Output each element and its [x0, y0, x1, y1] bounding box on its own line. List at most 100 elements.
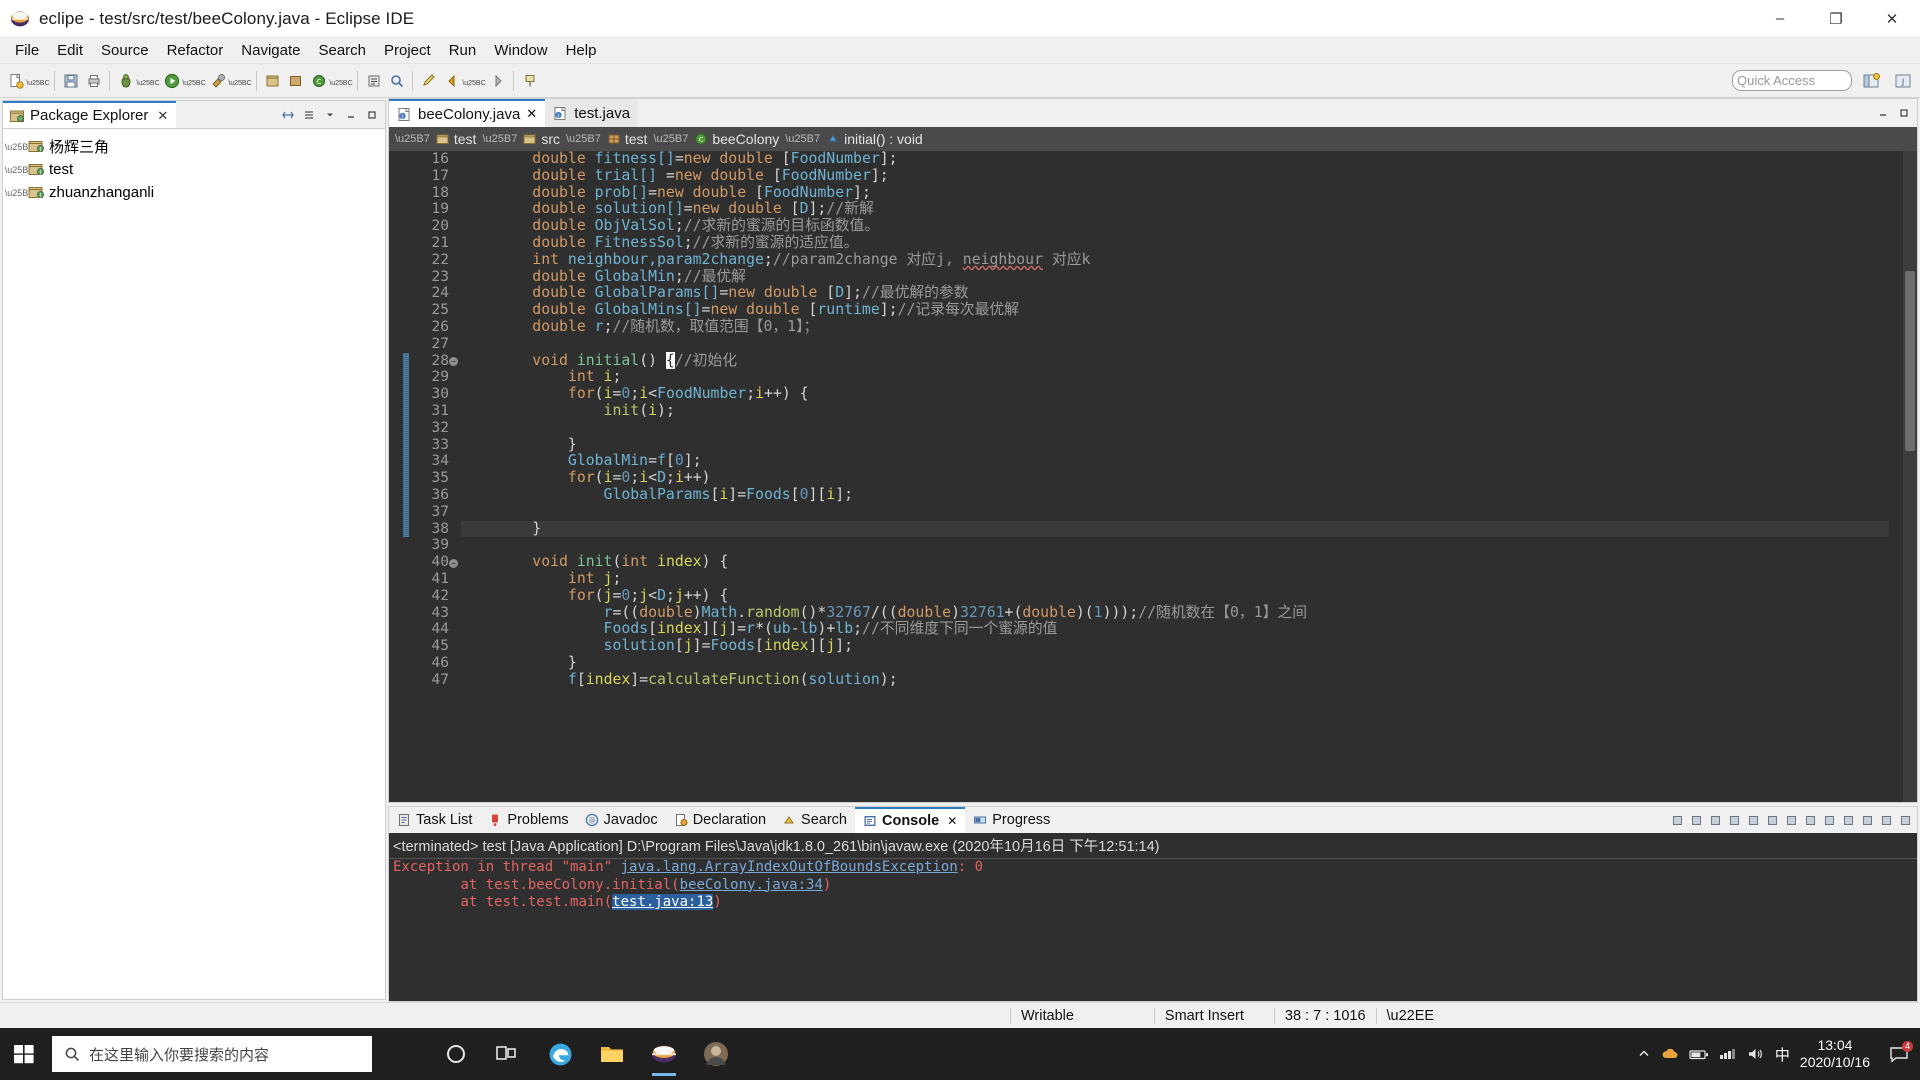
- code-line[interactable]: r=((double)Math.random()*32767/((double)…: [461, 604, 1889, 622]
- code-line[interactable]: }: [461, 654, 1889, 672]
- java-perspective-button[interactable]: J: [1890, 68, 1916, 94]
- new-button[interactable]: [4, 68, 27, 94]
- editor-minimize-icon[interactable]: [1874, 104, 1892, 122]
- fold-annotation-bar[interactable]: [401, 151, 411, 802]
- menu-edit[interactable]: Edit: [48, 39, 92, 62]
- minimize-button[interactable]: –: [1752, 0, 1808, 38]
- code-line[interactable]: init(i);: [461, 402, 1889, 420]
- breadcrumb-item-project[interactable]: test: [434, 131, 479, 147]
- run-dropdown[interactable]: \u25BC: [182, 68, 206, 94]
- network-icon[interactable]: [1719, 1047, 1737, 1061]
- open-type-button[interactable]: [362, 68, 385, 94]
- breadcrumb-item-package[interactable]: test: [605, 131, 650, 147]
- maximize-icon[interactable]: [1896, 811, 1914, 829]
- code-line[interactable]: double FitnessSol;//求新的蜜源的适应值。: [461, 234, 1889, 252]
- code-line[interactable]: Foods[index][j]=r*(ub-lb)+lb;//不同维度下同一个蜜…: [461, 620, 1889, 638]
- tray-expand-icon[interactable]: [1637, 1047, 1651, 1061]
- marker-bar[interactable]: [389, 151, 401, 802]
- scrollbar-thumb[interactable]: [1905, 271, 1915, 451]
- overview-ruler[interactable]: [1889, 151, 1903, 802]
- code-line[interactable]: }: [461, 520, 1889, 538]
- onedrive-icon[interactable]: [1661, 1047, 1679, 1061]
- code-line[interactable]: int neighbour,param2change;//param2chang…: [461, 251, 1889, 269]
- bottom-tab-close-icon[interactable]: ✕: [947, 814, 957, 828]
- code-line[interactable]: GlobalMin=f[0];: [461, 452, 1889, 470]
- minimize-view-icon[interactable]: [342, 106, 360, 124]
- editor-tab-test[interactable]: J test.java: [545, 99, 639, 127]
- maximize-view-icon[interactable]: [363, 106, 381, 124]
- console-output[interactable]: Exception in thread "main" java.lang.Arr…: [389, 859, 1917, 912]
- code-line[interactable]: [461, 420, 1889, 437]
- code-scroll-area[interactable]: double fitness[]=new double [FoodNumber]…: [455, 151, 1889, 802]
- cortana-icon[interactable]: [432, 1030, 480, 1078]
- console-line[interactable]: Exception in thread "main" java.lang.Arr…: [389, 859, 1917, 877]
- code-line[interactable]: f[index]=calculateFunction(solution);: [461, 671, 1889, 689]
- stack-trace-link[interactable]: test.java:13: [612, 894, 714, 910]
- menu-file[interactable]: File: [6, 39, 48, 62]
- word-wrap-icon[interactable]: [1763, 811, 1781, 829]
- taskbar-clock[interactable]: 13:04 2020/10/16: [1800, 1037, 1876, 1071]
- code-line[interactable]: double GlobalMins[]=new double [runtime]…: [461, 301, 1889, 319]
- ime-indicator[interactable]: 中: [1775, 1044, 1790, 1065]
- stack-trace-link[interactable]: java.lang.ArrayIndexOutOfBoundsException: [621, 859, 958, 875]
- code-line[interactable]: solution[j]=Foods[index][j];: [461, 637, 1889, 655]
- terminate-icon[interactable]: [1668, 811, 1686, 829]
- maximize-button[interactable]: ❐: [1808, 0, 1864, 38]
- menu-help[interactable]: Help: [557, 39, 606, 62]
- back-button[interactable]: [440, 68, 463, 94]
- code-editor[interactable]: 16 17 18 19 20 21 22 23 24 25 26 27 28−29 30 31 32 33 34 3…: [389, 151, 1917, 802]
- tab-package-explorer[interactable]: Package Explorer ✕: [3, 101, 177, 128]
- code-line[interactable]: double trial[] =new double [FoodNumber];: [461, 167, 1889, 185]
- expand-arrow-icon[interactable]: \u25B6: [5, 142, 34, 152]
- new-class-dropdown[interactable]: \u25BC: [329, 68, 353, 94]
- task-view-icon[interactable]: [484, 1030, 532, 1078]
- menu-run[interactable]: Run: [440, 39, 486, 62]
- scroll-lock-icon[interactable]: [1744, 811, 1762, 829]
- code-line[interactable]: double solution[]=new double [D];//新解: [461, 200, 1889, 218]
- collapse-all-icon[interactable]: [300, 106, 318, 124]
- run-external-tools-button[interactable]: [206, 68, 229, 94]
- remove-launch-icon[interactable]: [1687, 811, 1705, 829]
- forward-button[interactable]: [486, 68, 509, 94]
- code-line[interactable]: double r;//随机数，取值范围【0，1】；: [461, 318, 1889, 336]
- eclipse-icon[interactable]: [640, 1030, 688, 1078]
- debug-button[interactable]: [114, 68, 137, 94]
- notification-center-icon[interactable]: 4: [1886, 1039, 1913, 1069]
- clear-console-icon[interactable]: [1725, 811, 1743, 829]
- pin-editor-button[interactable]: [518, 68, 541, 94]
- menu-window[interactable]: Window: [485, 39, 556, 62]
- code-line[interactable]: void initial() {//初始化: [461, 351, 1889, 370]
- print-button[interactable]: [82, 68, 105, 94]
- code-line[interactable]: double GlobalParams[]=new double [D];//最…: [461, 284, 1889, 302]
- code-line[interactable]: [461, 504, 1889, 521]
- minimize-icon[interactable]: [1877, 811, 1895, 829]
- taskbar-search-input[interactable]: 在这里输入你要搜索的内容: [52, 1036, 372, 1072]
- edge-icon[interactable]: [536, 1030, 584, 1078]
- code-line[interactable]: double GlobalMin;//最优解: [461, 268, 1889, 286]
- battery-icon[interactable]: [1689, 1048, 1709, 1061]
- view-menu-icon[interactable]: [321, 106, 339, 124]
- console-menu-icon[interactable]: [1858, 811, 1876, 829]
- bottom-tab-search[interactable]: Search: [774, 807, 855, 833]
- new-class-button[interactable]: C: [307, 68, 330, 94]
- debug-dropdown[interactable]: \u25BC: [136, 68, 160, 94]
- open-console-icon[interactable]: [1839, 811, 1857, 829]
- bottom-tab-problems[interactable]: Problems: [480, 807, 576, 833]
- close-button[interactable]: ✕: [1864, 0, 1920, 38]
- bottom-tab-progress[interactable]: Progress: [965, 807, 1058, 833]
- breadcrumb-item-method[interactable]: initial() : void: [824, 131, 925, 147]
- breadcrumb-item-src[interactable]: src: [521, 131, 562, 147]
- code-line[interactable]: [461, 336, 1889, 353]
- display-selected-console-icon[interactable]: [1820, 811, 1838, 829]
- bottom-tab-task-list[interactable]: Task List: [389, 807, 480, 833]
- console-view[interactable]: <terminated> test [Java Application] D:\…: [389, 833, 1917, 1001]
- status-resize-grip[interactable]: \u22EE: [1375, 1007, 1445, 1024]
- expand-arrow-icon[interactable]: \u25B6: [5, 188, 34, 198]
- code-line[interactable]: for(i=0;i<FoodNumber;i++) {: [461, 385, 1889, 403]
- open-perspective-button[interactable]: [1858, 68, 1884, 94]
- bottom-tab-console[interactable]: Console ✕: [854, 807, 966, 833]
- package-explorer-close-icon[interactable]: ✕: [157, 108, 168, 124]
- bottom-tab-declaration[interactable]: Declaration: [666, 807, 774, 833]
- code-line[interactable]: GlobalParams[i]=Foods[0][i];: [461, 486, 1889, 504]
- run-button[interactable]: [160, 68, 183, 94]
